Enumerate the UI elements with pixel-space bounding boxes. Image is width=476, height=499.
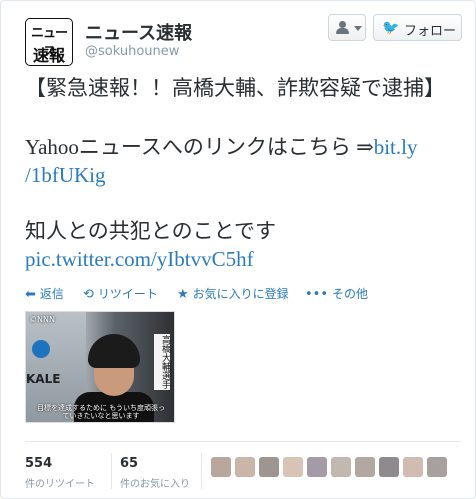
retweet-count-label: 件のリツイート <box>25 479 95 490</box>
tweet-link-pic[interactable]: pic.twitter.com/yIbtvvC5hf <box>25 247 254 271</box>
star-icon: ★ <box>177 287 189 302</box>
favorite-action[interactable]: ★ お気に入りに登録 <box>177 285 289 302</box>
favoriter-avatar[interactable] <box>211 457 231 477</box>
avatar-text-bottom: 速報 <box>32 46 65 65</box>
more-label: その他 <box>332 287 369 301</box>
avatar[interactable]: ニュース 速報 <box>25 18 73 66</box>
retweet-icon: ⟲ <box>83 287 94 302</box>
favoriter-avatar[interactable] <box>331 457 351 477</box>
retweet-action[interactable]: ⟲ リツイート <box>83 285 158 302</box>
follow-label: フォロー <box>404 24 457 39</box>
user-icon <box>339 21 346 28</box>
tweet-text-yahoo: Yahooニュースへのリンクはこちら ⇒ <box>25 135 374 159</box>
favorite-label: お気に入りに登録 <box>192 287 289 301</box>
photo-subtitle: 目標を達成するために もういち度頑張っていきたいなと思います <box>36 404 165 420</box>
more-icon: ••• <box>305 287 329 302</box>
favoriter-avatar[interactable] <box>355 457 375 477</box>
tweet-card: ニュース 速報 ニュース速報 @sokuhounew 🐦 フォロー 【緊急速報！… <box>0 0 476 499</box>
user-icon-body <box>336 28 349 34</box>
favoriter-avatar[interactable] <box>235 457 255 477</box>
retweet-count[interactable]: 554 <box>25 456 52 471</box>
more-action[interactable]: ••• その他 <box>305 285 368 302</box>
favoriter-avatar[interactable] <box>307 457 327 477</box>
photo-watermark: ©NNN <box>29 315 55 324</box>
user-actions-button[interactable] <box>328 14 366 41</box>
tweet-photo[interactable]: KALE 高橋大輔選手 ©NNN 目標を達成するために もういち度頑張っていきた… <box>25 311 175 423</box>
reply-action[interactable]: ⬅ 返信 <box>25 285 64 302</box>
photo-hair <box>88 334 140 368</box>
tweet-line-link-intro: Yahooニュースへのリンクはこちら ⇒bit.ly <box>25 137 417 158</box>
tweet-line-accomplice: 知人との共犯とのことです <box>25 219 276 243</box>
favorite-count[interactable]: 65 <box>120 456 138 471</box>
reply-label: 返信 <box>39 287 64 301</box>
tweet-line-link-continued: /1bfUKig <box>25 165 106 186</box>
stats-separator <box>111 453 112 489</box>
photo-vertical-caption: 高橋大輔選手 <box>154 334 170 390</box>
user-handle[interactable]: @sokuhounew <box>85 44 179 59</box>
tweet-line-headline: 【緊急速報！！高橋大輔、詐欺容疑で逮捕】 <box>25 76 445 100</box>
retweet-label: リツイート <box>97 287 158 301</box>
photo-sponsor-text: KALE <box>26 372 61 386</box>
follow-button[interactable]: 🐦 フォロー <box>373 14 462 41</box>
caret-down-icon <box>354 26 362 31</box>
tweet-line-pic: pic.twitter.com/yIbtvvC5hf <box>25 249 254 270</box>
stats-separator-2 <box>201 453 202 489</box>
stats-divider <box>25 441 461 442</box>
tweet-link-bitly-path[interactable]: /1bfUKig <box>25 163 106 187</box>
favoriter-avatar[interactable] <box>403 457 423 477</box>
favoriter-avatar[interactable] <box>379 457 399 477</box>
reply-icon: ⬅ <box>25 287 36 302</box>
favoriter-avatar[interactable] <box>283 457 303 477</box>
tweet-link-bitly[interactable]: bit.ly <box>374 135 418 159</box>
photo-sponsor-logo <box>32 340 50 358</box>
favoriter-avatar[interactable] <box>259 457 279 477</box>
display-name[interactable]: ニュース速報 <box>85 19 192 45</box>
twitter-bird-icon: 🐦 <box>382 20 400 36</box>
favoriter-avatar[interactable] <box>427 457 447 477</box>
favorite-count-label: 件のお気に入り <box>120 479 190 490</box>
